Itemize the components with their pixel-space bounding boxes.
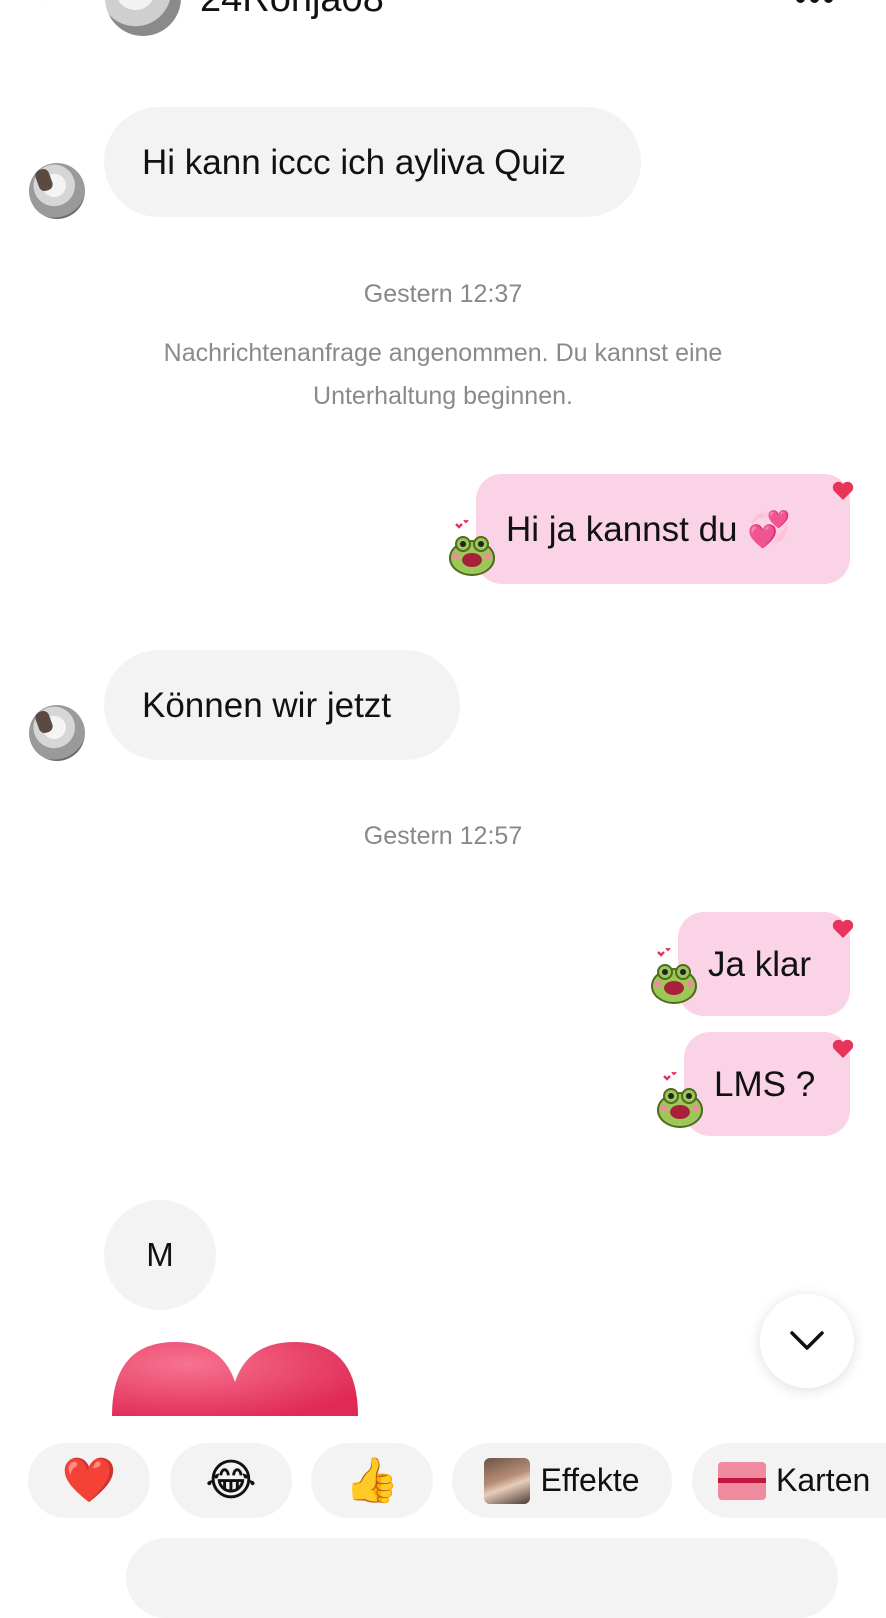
message-text: Hi kann iccc ich ayliva Quiz bbox=[142, 142, 567, 182]
message-text: LMS ? bbox=[714, 1064, 816, 1104]
message-text: Hi ja kannst du 💞 bbox=[506, 509, 791, 549]
quick-reaction-bar: ❤️ 😂 👍 Effekte Karten bbox=[0, 1440, 886, 1520]
frog-sticker-icon bbox=[657, 1072, 703, 1128]
back-button[interactable] bbox=[30, 0, 70, 18]
timestamp: Gestern 12:37 bbox=[363, 280, 523, 308]
message-text: M bbox=[146, 1236, 174, 1273]
outgoing-message-bubble[interactable]: Hi ja kannst du 💞 bbox=[476, 474, 850, 584]
chevron-down-icon bbox=[790, 1331, 824, 1350]
effects-button[interactable]: Effekte bbox=[452, 1443, 672, 1518]
frog-sticker-icon bbox=[449, 520, 495, 576]
heart-quick-reaction[interactable]: ❤️ bbox=[28, 1443, 150, 1518]
sender-avatar[interactable] bbox=[29, 163, 85, 219]
chevron-left-icon bbox=[30, 0, 70, 18]
system-note: Nachrichtenanfrage angenommen. Du kannst… bbox=[100, 332, 786, 418]
incoming-message-bubble[interactable]: Können wir jetzt bbox=[104, 650, 460, 760]
message-text: Ja klar bbox=[708, 944, 812, 984]
frog-sticker-icon bbox=[651, 948, 697, 1004]
thumbs-up-quick-reaction[interactable]: 👍 bbox=[311, 1443, 433, 1518]
laugh-quick-reaction[interactable]: 😂 bbox=[170, 1443, 292, 1518]
chat-header: 24Ronja08 bbox=[0, 0, 886, 40]
thumbs-up-emoji-icon: 👍 bbox=[344, 1455, 400, 1505]
timestamp: Gestern 12:57 bbox=[363, 822, 523, 850]
heart-reaction-icon bbox=[832, 1039, 854, 1058]
heart-reaction-icon bbox=[832, 919, 854, 938]
message-input[interactable] bbox=[126, 1538, 838, 1618]
sender-avatar[interactable] bbox=[29, 705, 85, 761]
heart-emoji-icon: ❤️ bbox=[61, 1455, 117, 1505]
system-note-line: Nachrichtenanfrage angenommen. Du kannst… bbox=[163, 339, 723, 367]
more-dots-icon bbox=[796, 0, 805, 3]
system-note-line: Unterhaltung beginnen. bbox=[313, 382, 573, 410]
cards-label: Karten bbox=[776, 1462, 871, 1498]
effects-thumbnail bbox=[484, 1457, 531, 1504]
large-heart-icon bbox=[112, 1342, 358, 1416]
incoming-message-bubble[interactable]: Hi kann iccc ich ayliva Quiz bbox=[104, 107, 641, 217]
laugh-emoji-icon: 😂 bbox=[205, 1455, 257, 1505]
incoming-message-bubble[interactable]: M bbox=[104, 1200, 216, 1310]
effects-label: Effekte bbox=[540, 1462, 640, 1498]
cards-button[interactable]: Karten bbox=[692, 1443, 886, 1518]
outgoing-message-bubble[interactable]: Ja klar bbox=[678, 912, 850, 1016]
heart-reaction-icon bbox=[832, 481, 854, 500]
message-text: Können wir jetzt bbox=[142, 685, 392, 725]
outgoing-message-bubble[interactable]: LMS ? bbox=[684, 1032, 850, 1136]
card-gift-icon bbox=[718, 1461, 766, 1500]
header-username[interactable]: 24Ronja08 bbox=[200, 0, 384, 21]
scroll-to-bottom-button[interactable] bbox=[760, 1294, 854, 1388]
header-avatar[interactable] bbox=[105, 0, 181, 36]
more-options-button[interactable] bbox=[796, 0, 842, 4]
